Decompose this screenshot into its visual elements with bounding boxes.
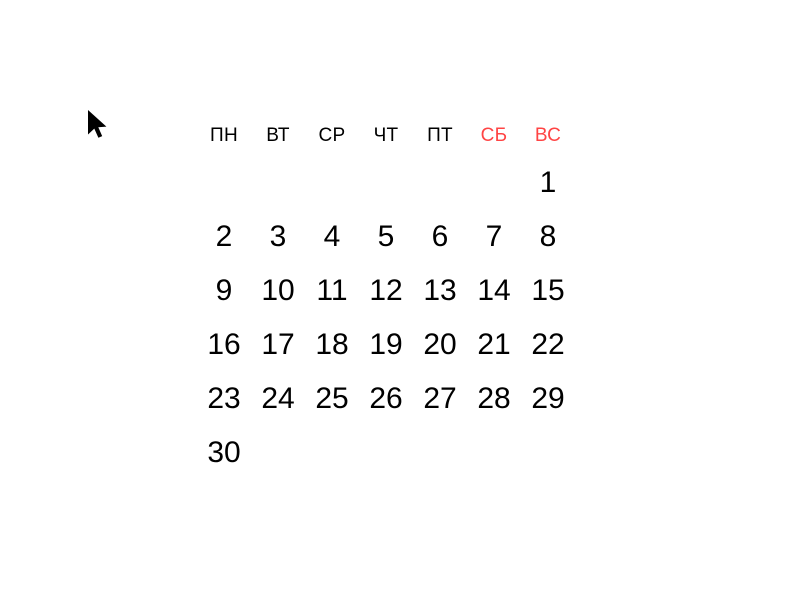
- day-cell[interactable]: 23: [197, 372, 251, 426]
- day-cell[interactable]: 21: [467, 318, 521, 372]
- day-cell-empty: [359, 156, 413, 210]
- day-cell[interactable]: 28: [467, 372, 521, 426]
- calendar-week-row: 30: [197, 426, 575, 480]
- day-cell-empty: [251, 156, 305, 210]
- day-cell[interactable]: 22: [521, 318, 575, 372]
- day-cell-empty: [197, 156, 251, 210]
- weekday-header-sun: ВС: [534, 125, 562, 146]
- day-cell-empty: [413, 156, 467, 210]
- day-cell-empty: [467, 426, 521, 480]
- weekday-header-thu: ЧТ: [373, 125, 399, 146]
- day-cell[interactable]: 29: [521, 372, 575, 426]
- calendar-body: 1 2 3 4 5 6 7 8 9 10 11 12 13 14 15 16 1…: [197, 156, 575, 480]
- day-cell[interactable]: 2: [197, 210, 251, 264]
- calendar-header-row: ПН ВТ СР ЧТ ПТ СБ ВС: [197, 116, 575, 156]
- weekday-header-tue: ВТ: [266, 125, 290, 146]
- day-cell[interactable]: 8: [521, 210, 575, 264]
- day-cell[interactable]: 12: [359, 264, 413, 318]
- day-cell[interactable]: 24: [251, 372, 305, 426]
- calendar-week-row: 9 10 11 12 13 14 15: [197, 264, 575, 318]
- weekday-header-mon: ПН: [210, 125, 238, 146]
- day-cell-empty: [359, 426, 413, 480]
- day-cell[interactable]: 18: [305, 318, 359, 372]
- day-cell[interactable]: 5: [359, 210, 413, 264]
- day-cell[interactable]: 27: [413, 372, 467, 426]
- day-cell[interactable]: 9: [197, 264, 251, 318]
- weekday-header-wed: СР: [318, 125, 346, 146]
- weekday-header-fri: ПТ: [427, 125, 453, 146]
- day-cell[interactable]: 15: [521, 264, 575, 318]
- day-cell[interactable]: 19: [359, 318, 413, 372]
- day-cell[interactable]: 7: [467, 210, 521, 264]
- calendar-grid: ПН ВТ СР ЧТ ПТ СБ ВС 1 2 3 4 5 6 7 8 9 1…: [197, 116, 575, 480]
- mouse-cursor-icon: [86, 108, 108, 139]
- day-cell[interactable]: 20: [413, 318, 467, 372]
- day-cell[interactable]: 14: [467, 264, 521, 318]
- weekday-header-row: ПН ВТ СР ЧТ ПТ СБ ВС: [197, 116, 575, 156]
- day-cell-empty: [305, 426, 359, 480]
- day-cell[interactable]: 10: [251, 264, 305, 318]
- day-cell[interactable]: 16: [197, 318, 251, 372]
- day-cell[interactable]: 11: [305, 264, 359, 318]
- day-cell[interactable]: 30: [197, 426, 251, 480]
- calendar-week-row: 1: [197, 156, 575, 210]
- day-cell[interactable]: 25: [305, 372, 359, 426]
- calendar-week-row: 16 17 18 19 20 21 22: [197, 318, 575, 372]
- day-cell[interactable]: 6: [413, 210, 467, 264]
- day-cell[interactable]: 17: [251, 318, 305, 372]
- day-cell[interactable]: 3: [251, 210, 305, 264]
- day-cell-empty: [251, 426, 305, 480]
- day-cell[interactable]: 1: [521, 156, 575, 210]
- day-cell-empty: [521, 426, 575, 480]
- day-cell[interactable]: 13: [413, 264, 467, 318]
- day-cell-empty: [467, 156, 521, 210]
- calendar-root: ПН ВТ СР ЧТ ПТ СБ ВС 1 2 3 4 5 6 7 8 9 1…: [0, 0, 800, 600]
- day-cell-empty: [413, 426, 467, 480]
- weekday-header-sat: СБ: [480, 125, 508, 146]
- calendar-week-row: 2 3 4 5 6 7 8: [197, 210, 575, 264]
- day-cell-empty: [305, 156, 359, 210]
- day-cell[interactable]: 4: [305, 210, 359, 264]
- calendar-week-row: 23 24 25 26 27 28 29: [197, 372, 575, 426]
- day-cell[interactable]: 26: [359, 372, 413, 426]
